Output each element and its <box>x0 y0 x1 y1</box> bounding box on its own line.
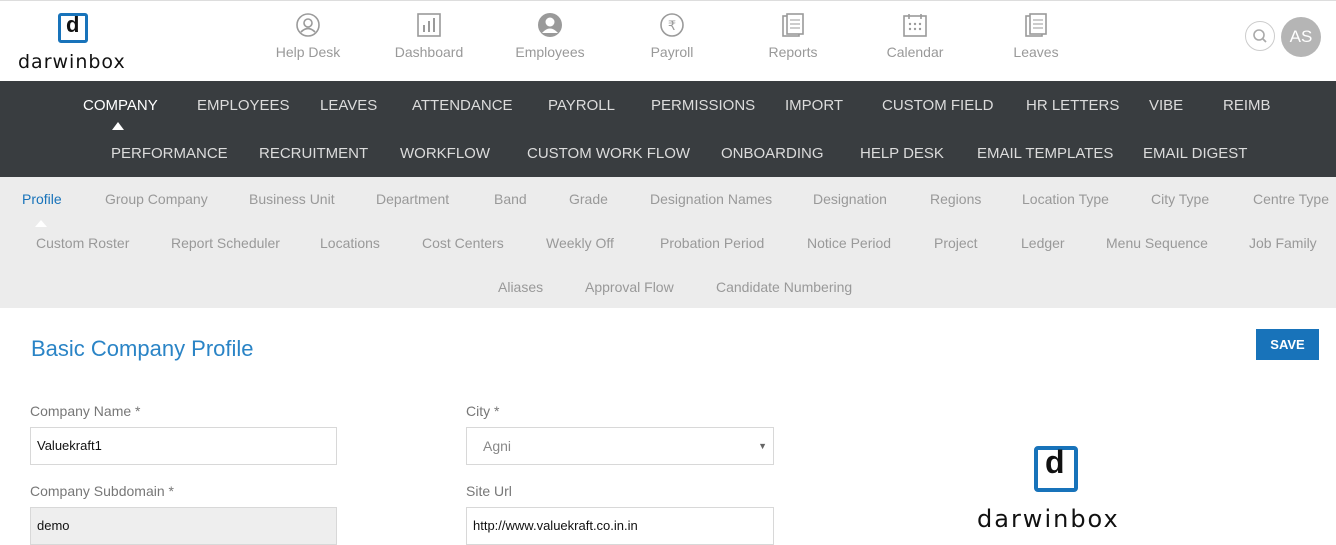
dashboard-icon <box>417 13 441 37</box>
subnav-centre-type[interactable]: Centre Type <box>1253 191 1329 207</box>
company-subdomain-label: Company Subdomain * <box>30 483 174 499</box>
subnav-profile[interactable]: Profile <box>22 191 62 207</box>
page-title: Basic Company Profile <box>31 336 254 361</box>
subnav-regions[interactable]: Regions <box>930 191 981 207</box>
mainnav-payroll[interactable]: PAYROLL <box>548 97 615 114</box>
topnav-label: Dashboard <box>394 44 464 60</box>
search-button[interactable] <box>1245 21 1275 51</box>
company-logo-image[interactable]: d darwinbox <box>975 437 1135 538</box>
topnav-leaves[interactable]: Leaves <box>986 12 1086 60</box>
subnav-weekly-off[interactable]: Weekly Off <box>546 235 614 251</box>
subnav-designation-names[interactable]: Designation Names <box>650 191 772 207</box>
subnav-location-type[interactable]: Location Type <box>1022 191 1109 207</box>
topnav-reports[interactable]: Reports <box>743 12 843 60</box>
mainnav-import[interactable]: IMPORT <box>785 97 843 114</box>
leaves-icon <box>1025 13 1047 37</box>
subnav-band[interactable]: Band <box>494 191 527 207</box>
subnav-candidate-numbering[interactable]: Candidate Numbering <box>716 279 852 295</box>
mainnav-email-templates[interactable]: EMAIL TEMPLATES <box>977 145 1113 162</box>
mainnav-permissions[interactable]: PERMISSIONS <box>651 97 755 114</box>
mainnav-attendance[interactable]: ATTENDANCE <box>412 97 513 114</box>
mainnav-vibe[interactable]: VIBE <box>1149 97 1183 114</box>
payroll-icon: ₹ <box>660 13 684 37</box>
site-url-field[interactable]: http://www.valuekraft.co.in.in <box>466 507 774 545</box>
topnav-employees[interactable]: Employees <box>500 12 600 60</box>
topnav-calendar[interactable]: Calendar <box>865 12 965 60</box>
subnav-active-arrow <box>35 220 47 227</box>
subnav-notice-period[interactable]: Notice Period <box>807 235 891 251</box>
topnav-label: Help Desk <box>275 44 341 60</box>
topnav-label: Leaves <box>1013 44 1059 60</box>
city-label: City * <box>466 403 500 419</box>
subnav-cost-centers[interactable]: Cost Centers <box>422 235 504 251</box>
company-logo-mark: d <box>1034 444 1078 492</box>
mainnav-onboarding[interactable]: ONBOARDING <box>721 145 824 162</box>
user-avatar[interactable]: AS <box>1281 17 1321 57</box>
subnav-aliases[interactable]: Aliases <box>498 279 543 295</box>
mainnav-leaves[interactable]: LEAVES <box>320 97 377 114</box>
subnav-business-unit[interactable]: Business Unit <box>249 191 335 207</box>
company-logo-wordmark: darwinbox <box>977 505 1120 533</box>
mainnav-hr-letters[interactable]: HR LETTERS <box>1026 97 1119 114</box>
mainnav-company[interactable]: COMPANY <box>83 97 158 114</box>
brand-logo[interactable]: d darwinbox <box>18 11 133 75</box>
mainnav-email-digest[interactable]: EMAIL DIGEST <box>1143 145 1247 162</box>
subnav-probation-period[interactable]: Probation Period <box>660 235 764 251</box>
active-indicator-arrow <box>112 122 124 130</box>
company-name-field[interactable]: Valuekraft1 <box>30 427 337 465</box>
subnav-locations[interactable]: Locations <box>320 235 380 251</box>
mainnav-reimb[interactable]: REIMB <box>1223 97 1271 114</box>
top-bar: d darwinbox Help Desk Dashboard Employee… <box>0 0 1336 81</box>
city-select[interactable]: Agni ▼ <box>466 427 774 465</box>
subnav-designation[interactable]: Designation <box>813 191 887 207</box>
topnav-label: Reports <box>768 44 818 60</box>
mainnav-custom-field[interactable]: CUSTOM FIELD <box>882 97 993 114</box>
topnav-help-desk[interactable]: Help Desk <box>258 12 358 60</box>
mainnav-workflow[interactable]: WORKFLOW <box>400 145 490 162</box>
topnav-payroll[interactable]: ₹ Payroll <box>622 12 722 60</box>
search-icon <box>1253 29 1267 43</box>
save-button[interactable]: SAVE <box>1256 329 1319 360</box>
company-name-label: Company Name * <box>30 403 141 419</box>
calendar-icon <box>903 14 927 37</box>
site-url-label: Site Url <box>466 483 512 499</box>
subnav-city-type[interactable]: City Type <box>1151 191 1209 207</box>
mainnav-custom-work-flow[interactable]: CUSTOM WORK FLOW <box>527 145 690 162</box>
subnav-group-company[interactable]: Group Company <box>105 191 208 207</box>
topnav-dashboard[interactable]: Dashboard <box>379 12 479 60</box>
subnav-project[interactable]: Project <box>934 235 978 251</box>
topnav-label: Calendar <box>886 44 944 60</box>
employees-icon <box>538 13 562 37</box>
subnav-department[interactable]: Department <box>376 191 449 207</box>
mainnav-employees[interactable]: EMPLOYEES <box>197 97 290 114</box>
main-nav: COMPANY EMPLOYEES LEAVES ATTENDANCE PAYR… <box>0 81 1336 177</box>
mainnav-performance[interactable]: PERFORMANCE <box>111 145 228 162</box>
mainnav-recruitment[interactable]: RECRUITMENT <box>259 145 368 162</box>
svg-text:₹: ₹ <box>668 19 676 34</box>
logo-wordmark: darwinbox <box>18 51 126 73</box>
subnav-grade[interactable]: Grade <box>569 191 608 207</box>
topnav-label: Payroll <box>650 44 694 60</box>
company-subdomain-field: demo <box>30 507 337 545</box>
sub-nav: Profile Group Company Business Unit Depa… <box>0 177 1336 308</box>
subnav-report-scheduler[interactable]: Report Scheduler <box>171 235 280 251</box>
subnav-job-family[interactable]: Job Family <box>1249 235 1317 251</box>
topnav-label: Employees <box>515 44 585 60</box>
subnav-ledger[interactable]: Ledger <box>1021 235 1065 251</box>
subnav-menu-sequence[interactable]: Menu Sequence <box>1106 235 1208 251</box>
subnav-approval-flow[interactable]: Approval Flow <box>585 279 674 295</box>
logo-mark: d <box>58 12 88 43</box>
subnav-custom-roster[interactable]: Custom Roster <box>36 235 129 251</box>
mainnav-help-desk[interactable]: HELP DESK <box>860 145 944 162</box>
chevron-down-icon: ▼ <box>758 441 767 451</box>
city-selected-value: Agni <box>483 438 512 454</box>
reports-icon <box>782 13 804 37</box>
help-desk-icon <box>296 13 320 37</box>
